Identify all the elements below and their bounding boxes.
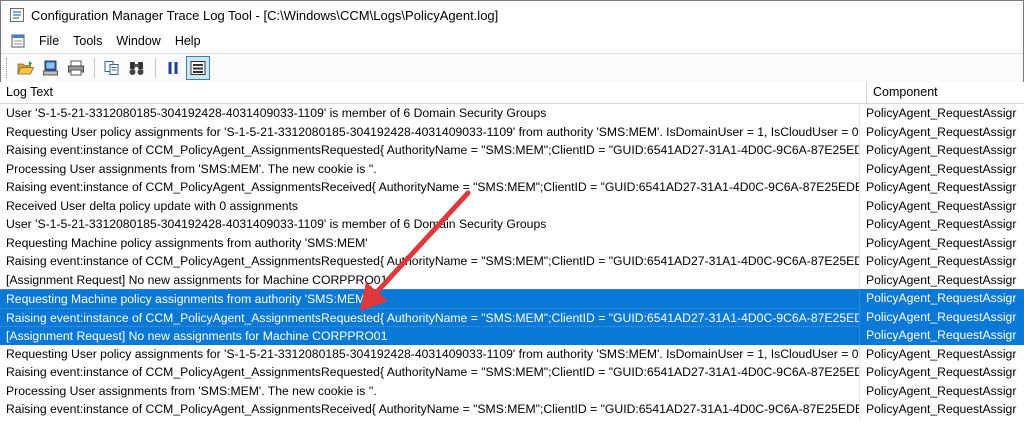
column-header-component[interactable]: Component xyxy=(867,82,1023,103)
log-text-cell: [Assignment Request] No new assignments … xyxy=(0,326,860,345)
menu-window[interactable]: Window xyxy=(109,29,167,53)
log-row[interactable]: User 'S-1-5-21-3312080185-304192428-4031… xyxy=(0,215,1024,234)
filter-icon xyxy=(190,61,206,75)
log-row[interactable]: [Assignment Request] No new assignments … xyxy=(0,326,1024,345)
log-row[interactable]: Received User delta policy update with 0… xyxy=(0,196,1024,215)
component-cell: PolicyAgent_RequestAssigr xyxy=(866,143,1017,157)
find-button[interactable] xyxy=(125,56,149,80)
component-cell: PolicyAgent_RequestAssigr xyxy=(866,217,1017,231)
log-text-cell: Received User delta policy update with 0… xyxy=(0,196,860,215)
menu-file[interactable]: File xyxy=(32,29,66,53)
filter-button[interactable] xyxy=(186,56,210,80)
component-cell: PolicyAgent_RequestAssigr xyxy=(866,272,1017,287)
print-button[interactable] xyxy=(64,56,88,80)
log-row[interactable]: Raising event:instance of CCM_PolicyAgen… xyxy=(0,307,1024,326)
log-grid[interactable]: Log Text Component User 'S-1-5-21-331208… xyxy=(0,82,1024,430)
log-row[interactable]: User 'S-1-5-21-3312080185-304192428-4031… xyxy=(0,104,1024,123)
log-row[interactable]: Processing User assignments from 'SMS:ME… xyxy=(0,381,1024,400)
log-text-cell: Requesting Machine policy assignments fr… xyxy=(0,233,860,252)
toolbar xyxy=(1,53,1023,83)
window-title: Configuration Manager Trace Log Tool - [… xyxy=(31,7,499,23)
component-cell: PolicyAgent_RequestAssigr xyxy=(866,328,1017,342)
component-cell: PolicyAgent_RequestAssigr xyxy=(866,402,1017,416)
log-text-cell: User 'S-1-5-21-3312080185-304192428-4031… xyxy=(0,104,860,123)
open-button[interactable] xyxy=(14,56,38,80)
open-icon xyxy=(17,61,35,75)
component-cell: PolicyAgent_RequestAssigr xyxy=(866,365,1017,379)
log-text-cell: Raising event:instance of CCM_PolicyAgen… xyxy=(0,307,860,326)
log-text-cell: User 'S-1-5-21-3312080185-304192428-4031… xyxy=(0,215,860,234)
component-cell: PolicyAgent_RequestAssigr xyxy=(866,124,1017,139)
log-row[interactable]: Raising event:instance of CCM_PolicyAgen… xyxy=(0,363,1024,382)
log-row[interactable]: Requesting User policy assignments for '… xyxy=(0,122,1024,141)
print-preview-icon xyxy=(43,60,58,76)
print-preview-button[interactable] xyxy=(39,56,63,80)
log-text-cell: Raising event:instance of CCM_PolicyAgen… xyxy=(0,252,860,271)
column-header-log-text[interactable]: Log Text xyxy=(0,82,867,103)
log-text-cell: Raising event:instance of CCM_PolicyAgen… xyxy=(0,363,860,382)
log-row[interactable]: Requesting Machine policy assignments fr… xyxy=(0,289,1024,308)
menu-help[interactable]: Help xyxy=(168,29,208,53)
copy-icon xyxy=(104,61,119,75)
pause-icon xyxy=(168,62,178,74)
log-text-cell: Requesting User policy assignments for '… xyxy=(0,344,860,363)
component-cell: PolicyAgent_RequestAssigr xyxy=(866,309,1017,324)
log-text-cell: Processing User assignments from 'SMS:ME… xyxy=(0,381,860,400)
log-row[interactable]: Raising event:instance of CCM_PolicyAgen… xyxy=(0,141,1024,160)
log-row[interactable]: Processing User assignments from 'SMS:ME… xyxy=(0,159,1024,178)
component-cell: PolicyAgent_RequestAssigr xyxy=(866,254,1017,268)
log-row[interactable]: Raising event:instance of CCM_PolicyAgen… xyxy=(0,400,1024,419)
log-text-cell: Raising event:instance of CCM_PolicyAgen… xyxy=(0,178,860,197)
component-cell: PolicyAgent_RequestAssigr xyxy=(866,106,1017,120)
log-text-cell: Requesting User policy assignments for '… xyxy=(0,122,860,141)
print-icon xyxy=(68,60,84,76)
menu-tools[interactable]: Tools xyxy=(66,29,109,53)
component-cell: PolicyAgent_RequestAssigr xyxy=(866,383,1017,398)
log-row[interactable]: Raising event:instance of CCM_PolicyAgen… xyxy=(0,178,1024,197)
log-text-cell: Processing User assignments from 'SMS:ME… xyxy=(0,159,860,178)
log-text-cell: Requesting Machine policy assignments fr… xyxy=(0,289,860,308)
find-icon xyxy=(129,62,144,75)
log-row[interactable]: Requesting Machine policy assignments fr… xyxy=(0,233,1024,252)
component-cell: PolicyAgent_RequestAssigr xyxy=(866,346,1017,361)
title-bar: Configuration Manager Trace Log Tool - [… xyxy=(1,1,1023,29)
pause-button[interactable] xyxy=(161,56,185,80)
copy-button[interactable] xyxy=(100,56,124,80)
document-icon[interactable] xyxy=(10,33,26,49)
toolbar-separator xyxy=(155,58,156,78)
component-cell: PolicyAgent_RequestAssigr xyxy=(866,291,1017,305)
component-cell: PolicyAgent_RequestAssigr xyxy=(866,198,1017,213)
component-cell: PolicyAgent_RequestAssigr xyxy=(866,235,1017,250)
log-text-cell: Raising event:instance of CCM_PolicyAgen… xyxy=(0,141,860,160)
log-text-cell: Raising event:instance of CCM_PolicyAgen… xyxy=(0,400,860,419)
component-cell: PolicyAgent_RequestAssigr xyxy=(866,161,1017,176)
log-row[interactable]: [Assignment Request] No new assignments … xyxy=(0,270,1024,289)
menu-bar: File Tools Window Help xyxy=(1,29,1023,53)
log-rows: User 'S-1-5-21-3312080185-304192428-4031… xyxy=(0,104,1024,419)
log-row[interactable]: Raising event:instance of CCM_PolicyAgen… xyxy=(0,252,1024,271)
toolbar-separator xyxy=(94,58,95,78)
log-row[interactable]: Requesting User policy assignments for '… xyxy=(0,344,1024,363)
toolbar-grip[interactable] xyxy=(6,58,10,78)
app-icon xyxy=(10,8,24,22)
component-cell: PolicyAgent_RequestAssigr xyxy=(866,180,1017,194)
log-text-cell: [Assignment Request] No new assignments … xyxy=(0,270,860,289)
grid-header: Log Text Component xyxy=(0,82,1024,104)
